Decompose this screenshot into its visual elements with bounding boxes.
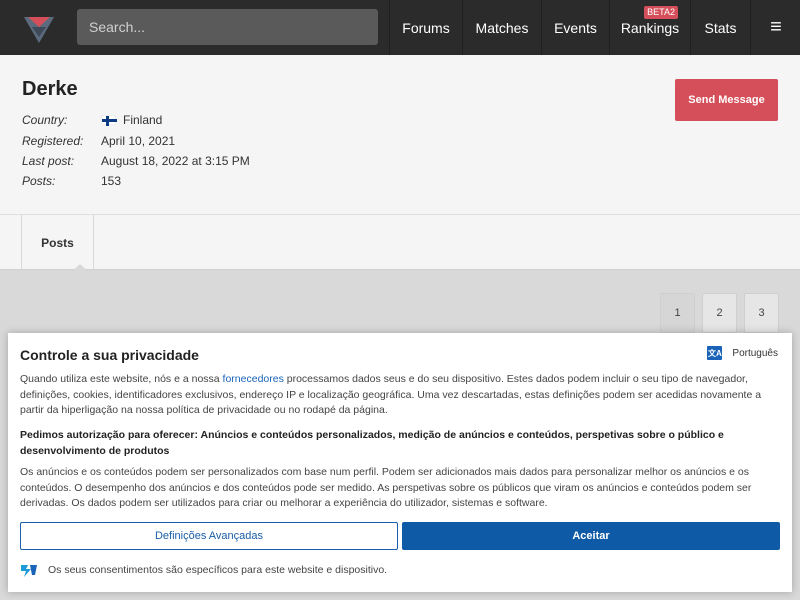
registered-row: Registered: April 10, 2021 bbox=[22, 134, 175, 148]
consent-intro-before: Quando utiliza este website, nós e a nos… bbox=[20, 373, 223, 385]
hamburger-menu-icon[interactable]: ≡ bbox=[750, 0, 800, 55]
consent-details: Os anúncios e os conteúdos podem ser per… bbox=[20, 466, 752, 509]
profile-tabs: Posts bbox=[0, 215, 800, 271]
nav-events[interactable]: Events bbox=[541, 0, 609, 55]
nav-stats[interactable]: Stats bbox=[690, 0, 750, 55]
page-2-button[interactable]: 2 bbox=[702, 293, 737, 333]
beta-badge: BETA2 bbox=[644, 6, 678, 19]
nav-matches-label: Matches bbox=[475, 19, 529, 36]
tab-active-indicator bbox=[72, 264, 88, 271]
tab-posts-label: Posts bbox=[41, 235, 74, 250]
privacy-consent-dialog: Controle a sua privacidade 文A Português … bbox=[8, 333, 792, 592]
nav-matches[interactable]: Matches bbox=[462, 0, 541, 55]
profile-header: Derke Country: Finland Registered: April… bbox=[0, 55, 800, 215]
accept-button[interactable]: Aceitar bbox=[402, 522, 780, 550]
vendors-link[interactable]: fornecedores bbox=[223, 373, 284, 385]
country-value: Finland bbox=[123, 113, 163, 127]
nav-rankings-label: Rankings bbox=[620, 19, 680, 36]
translate-icon: 文A bbox=[707, 346, 723, 360]
country-label: Country: bbox=[22, 113, 68, 127]
page-3-button[interactable]: 3 bbox=[744, 293, 779, 333]
finland-flag-icon bbox=[101, 115, 117, 126]
posts-value: 153 bbox=[101, 174, 122, 188]
posts-row: Posts: 153 bbox=[22, 174, 121, 188]
nav-stats-label: Stats bbox=[704, 19, 737, 36]
search-input[interactable] bbox=[77, 9, 378, 45]
top-navbar: Forums Matches Events Rankings BETA2 Sta… bbox=[0, 0, 800, 55]
consent-intro: Quando utiliza este website, nós e a nos… bbox=[20, 372, 782, 419]
registered-value: April 10, 2021 bbox=[101, 134, 176, 148]
registered-label: Registered: bbox=[22, 134, 84, 148]
nav-forums-label: Forums bbox=[402, 19, 450, 36]
consent-footer-text: Os seus consentimentos são específicos p… bbox=[48, 564, 388, 576]
last-post-label: Last post: bbox=[22, 154, 75, 168]
profile-name: Derke bbox=[22, 78, 78, 100]
country-row: Country: Finland bbox=[22, 113, 162, 127]
consent-purposes: Pedimos autorização para oferecer: Anúnc… bbox=[20, 429, 724, 457]
nav-events-label: Events bbox=[554, 19, 597, 36]
language-label: Português bbox=[732, 347, 778, 359]
nav-forums[interactable]: Forums bbox=[389, 0, 462, 55]
consent-provider-icon bbox=[21, 565, 37, 577]
site-logo-icon[interactable] bbox=[0, 0, 78, 55]
page-1-button[interactable]: 1 bbox=[660, 293, 695, 333]
advanced-settings-button[interactable]: Definições Avançadas bbox=[20, 522, 398, 550]
last-post-value: August 18, 2022 at 3:15 PM bbox=[101, 154, 250, 168]
language-selector[interactable]: 文A Português bbox=[707, 346, 778, 360]
nav-rankings[interactable]: Rankings BETA2 bbox=[609, 0, 690, 55]
consent-footer: Os seus consentimentos são específicos p… bbox=[20, 562, 387, 578]
tab-posts[interactable]: Posts bbox=[21, 215, 94, 271]
last-post-row: Last post: August 18, 2022 at 3:15 PM bbox=[22, 154, 250, 168]
send-message-button[interactable]: Send Message bbox=[675, 79, 778, 121]
posts-label: Posts: bbox=[22, 174, 56, 188]
consent-title: Controle a sua privacidade bbox=[20, 347, 199, 363]
